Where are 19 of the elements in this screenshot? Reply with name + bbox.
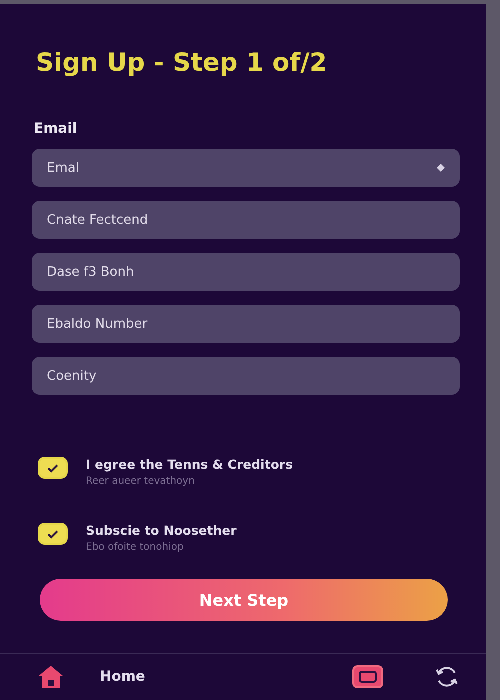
checkbox-hint: Reer aueer tevathoyn — [86, 476, 195, 487]
screen-icon[interactable] — [352, 665, 384, 689]
checkbox-hint: Ebo ofoite tonohiop — [86, 542, 184, 553]
checkbox-label: Subscie to Noosether — [86, 523, 237, 538]
input-field[interactable]: Ebaldo Number — [32, 305, 460, 343]
field-label: Email — [34, 121, 78, 137]
check-icon — [47, 530, 59, 538]
checkbox[interactable] — [38, 457, 68, 479]
checkbox-label: I egree the Tenns & Creditors — [86, 457, 294, 472]
input-field[interactable]: Coenity — [32, 357, 460, 395]
nav-label[interactable]: Home — [100, 669, 146, 685]
input-field[interactable]: Emal — [32, 149, 460, 187]
checkbox[interactable] — [38, 523, 68, 545]
home-icon[interactable] — [38, 665, 64, 689]
input-field[interactable]: Cnate Fectcend — [32, 201, 460, 239]
page-title: Sign Up - Step 1 of/2 — [36, 48, 328, 77]
check-icon — [47, 464, 59, 472]
sync-icon[interactable] — [434, 664, 460, 690]
input-field[interactable]: Dase f3 Bonh — [32, 253, 460, 291]
